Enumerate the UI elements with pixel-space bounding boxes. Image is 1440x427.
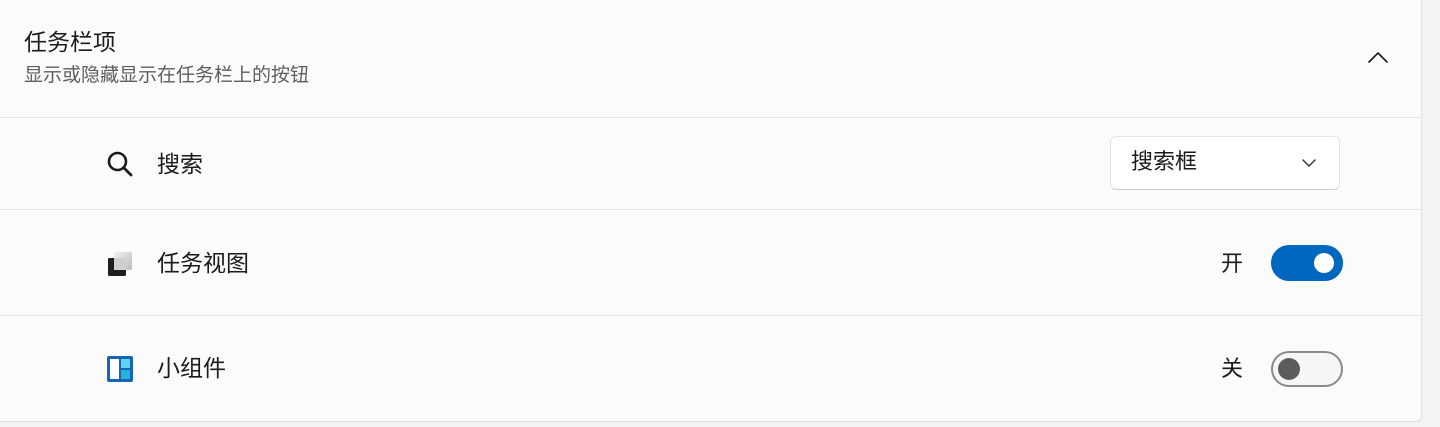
task-view-label: 任务视图	[157, 251, 249, 277]
taskbar-items-panel: 任务栏项 显示或隐藏显示在任务栏上的按钮 搜索 搜索框 任务视图 开 小组件 关	[0, 0, 1422, 422]
search-icon	[104, 148, 136, 180]
widgets-icon	[104, 353, 136, 385]
widgets-state-text: 关	[1221, 357, 1244, 382]
task-view-state-text: 开	[1221, 252, 1244, 277]
chevron-down-icon	[1302, 159, 1316, 167]
task-view-icon	[104, 248, 136, 280]
toggle-knob	[1314, 253, 1334, 273]
task-view-row: 任务视图 开	[0, 211, 1421, 316]
section-header[interactable]: 任务栏项 显示或隐藏显示在任务栏上的按钮	[0, 0, 1421, 118]
section-subtitle: 显示或隐藏显示在任务栏上的按钮	[24, 64, 310, 86]
widgets-toggle[interactable]	[1271, 351, 1343, 387]
task-view-toggle[interactable]	[1271, 245, 1343, 281]
chevron-up-icon	[1368, 52, 1388, 63]
widgets-label: 小组件	[157, 356, 226, 382]
search-label: 搜索	[157, 152, 203, 178]
widgets-row: 小组件 关	[0, 317, 1421, 421]
dropdown-selected-value: 搜索框	[1131, 150, 1198, 175]
search-mode-dropdown[interactable]: 搜索框	[1110, 136, 1340, 190]
toggle-knob	[1278, 358, 1300, 380]
collapse-button[interactable]	[1360, 42, 1396, 72]
section-title: 任务栏项	[24, 30, 116, 56]
search-row: 搜索 搜索框	[0, 118, 1421, 210]
